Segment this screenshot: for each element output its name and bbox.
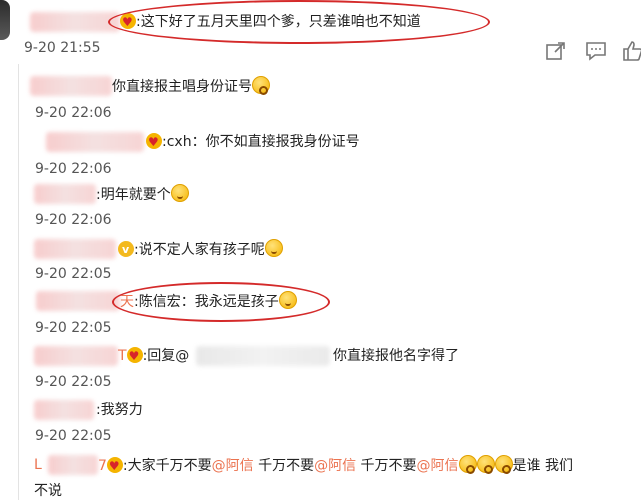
reply-6: T :回复@ xyxy=(118,346,189,366)
heart-badge-icon xyxy=(146,132,162,152)
timestamp: 9-20 21:55 xyxy=(24,40,101,56)
blurred-username xyxy=(34,400,94,420)
reply-text: 你直接报他名字得了 xyxy=(333,348,459,364)
name-fragment: L xyxy=(34,457,42,473)
reply-2: :cxh：你不如直接报我身份证号 xyxy=(146,132,360,152)
reply-text: :说不定人家有孩子呢 xyxy=(134,242,265,258)
share-icon[interactable] xyxy=(545,40,567,62)
name-fragment: T xyxy=(118,348,127,364)
blurred-username xyxy=(30,12,120,32)
like-icon[interactable] xyxy=(622,40,641,62)
mention-link[interactable]: @阿信 xyxy=(417,458,459,474)
reply-text: 千万不要 xyxy=(253,458,315,474)
blurred-username xyxy=(46,132,144,152)
shocked-emoji-icon xyxy=(476,455,495,474)
timestamp: 9-20 22:05 xyxy=(35,266,112,282)
reply-text: 是谁 我们 xyxy=(512,458,573,474)
reply-text: :大家千万不要 xyxy=(122,458,212,474)
timestamp: 9-20 22:05 xyxy=(35,320,112,336)
reply-4: :说不定人家有孩子呢 xyxy=(118,239,283,260)
reply-text: :明年就要个 xyxy=(96,187,171,203)
blurred-username xyxy=(34,346,118,366)
shocked-emoji-icon xyxy=(252,76,270,95)
reply-3: :明年就要个 xyxy=(96,184,189,205)
blurred-username xyxy=(36,291,120,311)
reply-text: :cxh：你不如直接报我身份证号 xyxy=(162,134,360,150)
heart-badge-icon xyxy=(106,456,123,476)
reply-8-body: 7:大家千万不要@阿信 千万不要@阿信 千万不要@阿信是谁 我们 xyxy=(98,455,573,476)
reply-text: 千万不要 xyxy=(356,458,417,474)
name-fragment: 7 xyxy=(98,458,107,474)
reply-8: L xyxy=(34,455,42,475)
reply-1: 你直接报主唱身份证号 xyxy=(112,76,270,97)
mention-link[interactable]: @阿信 xyxy=(212,458,254,474)
dog-emoji-icon xyxy=(264,239,283,257)
comment-icon[interactable] xyxy=(585,40,607,62)
smile-emoji-icon xyxy=(170,184,189,202)
blurred-username xyxy=(34,184,96,204)
verified-badge-icon xyxy=(118,240,134,260)
reply-text: 不说 xyxy=(34,483,62,499)
heart-badge-icon xyxy=(126,346,143,366)
reply-7: :我努力 xyxy=(96,402,143,418)
highlight-oval xyxy=(112,282,330,322)
blurred-username xyxy=(30,76,112,96)
reply-text: 你直接报主唱身份证号 xyxy=(112,79,252,95)
reply-text: :回复@ xyxy=(142,348,190,364)
highlight-oval xyxy=(108,0,490,44)
avatar[interactable] xyxy=(0,0,10,40)
shocked-emoji-icon xyxy=(494,455,513,474)
blurred-username xyxy=(48,455,98,475)
timestamp: 9-20 22:05 xyxy=(35,374,112,390)
shocked-emoji-icon xyxy=(458,455,477,474)
thread-guide-line xyxy=(18,64,19,500)
timestamp: 9-20 22:06 xyxy=(35,212,112,228)
blurred-username xyxy=(34,239,116,259)
timestamp: 9-20 22:05 xyxy=(35,428,112,444)
blurred-mention xyxy=(196,346,330,366)
timestamp: 9-20 22:06 xyxy=(35,105,112,121)
mention-link[interactable]: @阿信 xyxy=(314,458,356,474)
timestamp: 9-20 22:06 xyxy=(35,161,112,177)
